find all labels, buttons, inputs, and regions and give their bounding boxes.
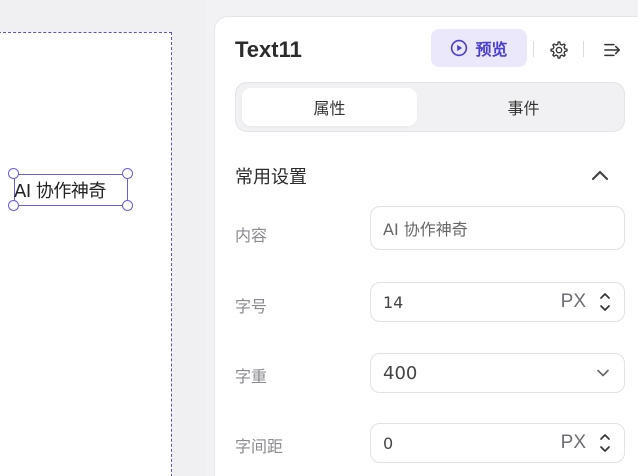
preview-button[interactable]: 预览	[431, 29, 527, 67]
panel-tabs: 属性 事件	[235, 82, 625, 132]
toolbar-divider-2	[583, 41, 584, 57]
chevron-down-icon	[597, 369, 609, 377]
letter-spacing-input[interactable]: 0 PX	[370, 423, 625, 463]
letter-spacing-label: 字间距	[235, 437, 284, 456]
chevron-up-icon[interactable]	[589, 166, 611, 184]
properties-panel: Text11 预览 属性 事件 常用设置 内容 AI 协作神奇 字号 14 PX	[214, 16, 638, 476]
section-title[interactable]: 常用设置	[235, 163, 307, 189]
stepper-arrows-icon[interactable]	[598, 289, 612, 315]
toolbar-divider	[533, 41, 534, 57]
font-size-label: 字号	[235, 297, 268, 316]
design-canvas[interactable]: AI 协作神奇	[0, 0, 205, 476]
collapse-panel-icon[interactable]	[603, 41, 623, 59]
component-title: Text11	[235, 37, 302, 62]
resize-handle-top-left[interactable]	[8, 168, 19, 179]
stepper-arrows-icon[interactable]	[598, 430, 612, 456]
artboard-frame[interactable]	[0, 32, 172, 476]
tab-properties[interactable]: 属性	[242, 88, 417, 126]
font-weight-label: 字重	[235, 367, 268, 386]
font-size-value: 14	[383, 292, 404, 312]
font-weight-value: 400	[383, 362, 418, 384]
play-circle-icon	[451, 39, 468, 57]
resize-handle-top-right[interactable]	[122, 168, 133, 179]
content-label: 内容	[235, 226, 268, 245]
font-size-unit: PX	[560, 291, 586, 312]
letter-spacing-value: 0	[383, 433, 394, 453]
font-size-input[interactable]: 14 PX	[370, 282, 625, 322]
preview-label: 预览	[475, 40, 508, 59]
gear-icon[interactable]	[549, 40, 569, 60]
font-weight-select[interactable]: 400	[370, 353, 625, 393]
resize-handle-bottom-left[interactable]	[8, 200, 19, 211]
tab-events[interactable]: 事件	[436, 88, 611, 126]
letter-spacing-unit: PX	[560, 432, 586, 453]
content-input[interactable]: AI 协作神奇	[370, 206, 625, 250]
content-value: AI 协作神奇	[383, 220, 468, 239]
selected-text-element[interactable]: AI 协作神奇	[14, 177, 134, 203]
resize-handle-bottom-right[interactable]	[122, 200, 133, 211]
